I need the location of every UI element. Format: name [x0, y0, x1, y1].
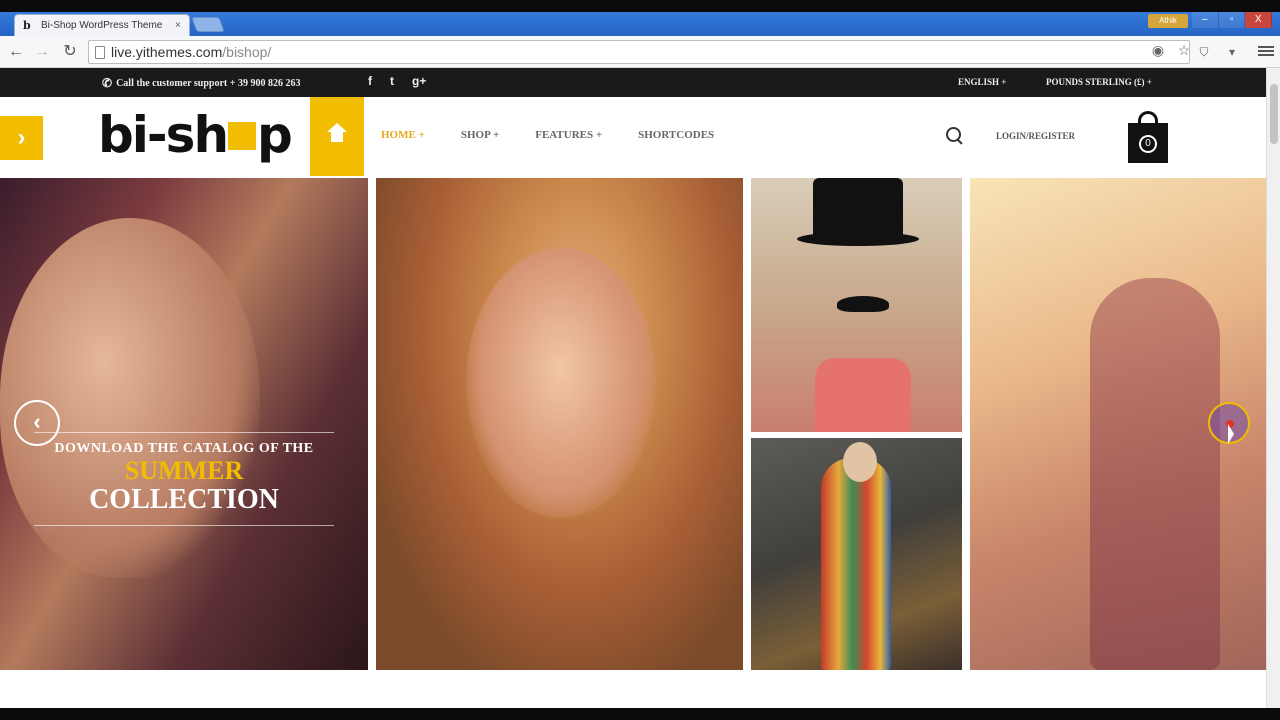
- banner-line-2: SUMMER: [124, 456, 244, 485]
- twitter-icon[interactable]: t: [390, 74, 394, 88]
- scrollbar-thumb[interactable]: [1270, 84, 1278, 144]
- extension-icons: ⛉ ▾: [1196, 44, 1240, 60]
- slide-photo-woman-field[interactable]: [376, 178, 743, 670]
- slide-photo-striped-dress[interactable]: [751, 438, 962, 670]
- currency-selector[interactable]: POUNDS STERLING (£) +: [1046, 77, 1152, 87]
- nav-item-home[interactable]: HOME +: [381, 129, 425, 141]
- language-selector[interactable]: ENGLISH +: [958, 77, 1006, 87]
- web-page: ✆ Call the customer support + 39 900 826…: [0, 68, 1266, 708]
- slider-prev-button[interactable]: ‹: [14, 400, 60, 446]
- logo-bag-icon: [228, 122, 257, 150]
- address-bar[interactable]: live.yithemes.com/bishop/: [88, 40, 1190, 64]
- tab-title: Bi-Shop WordPress Theme: [41, 20, 163, 31]
- site-logo[interactable]: bi-sh p: [98, 105, 293, 165]
- reload-icon[interactable]: ↻: [60, 42, 80, 62]
- extension-icon[interactable]: ◉: [1150, 42, 1166, 58]
- polka-dress: [815, 358, 911, 432]
- main-navigation: HOME + SHOP + FEATURES + SHORTCODES: [381, 129, 714, 141]
- window-controls: – ▫ X: [1192, 12, 1273, 28]
- photo-subject: [821, 458, 891, 670]
- tab-close-icon[interactable]: ×: [175, 20, 181, 31]
- address-bar-icons: ◉ ☆: [1150, 42, 1192, 58]
- shield-icon[interactable]: ⛉: [1196, 44, 1212, 60]
- close-window-button[interactable]: X: [1245, 12, 1273, 28]
- top-hat-prop: [813, 178, 903, 238]
- site-topbar: ✆ Call the customer support + 39 900 826…: [0, 68, 1266, 97]
- page-icon: [95, 45, 105, 59]
- cart-button[interactable]: 0: [1128, 111, 1168, 163]
- home-icon: [327, 122, 347, 145]
- phone-icon: ✆: [102, 76, 113, 90]
- browser-menu-icon[interactable]: [1258, 44, 1274, 60]
- cart-count: 0: [1139, 135, 1157, 153]
- forward-arrow-icon[interactable]: →: [32, 42, 52, 62]
- restore-button[interactable]: ▫: [1218, 12, 1246, 28]
- nav-item-features[interactable]: FEATURES +: [535, 129, 602, 141]
- home-button[interactable]: [310, 97, 364, 176]
- back-arrow-icon[interactable]: ←: [6, 42, 26, 62]
- url-text: live.yithemes.com/bishop/: [111, 44, 272, 60]
- google-plus-icon[interactable]: g+: [412, 74, 426, 88]
- photo-subject-head: [843, 442, 877, 482]
- slide-photo-child-hat[interactable]: [751, 178, 962, 432]
- browser-toolbar: ← → ↻ live.yithemes.com/bishop/ ◉ ☆ ⛉ ▾: [0, 36, 1280, 68]
- photo-subject: [1090, 278, 1220, 670]
- photo-subject: [466, 248, 656, 518]
- banner-line-3: COLLECTION: [89, 484, 279, 515]
- user-profile-badge[interactable]: Athik: [1148, 14, 1188, 28]
- pocket-icon[interactable]: ▾: [1224, 44, 1240, 60]
- new-tab-button[interactable]: [191, 17, 225, 32]
- social-links: f t g+: [368, 74, 426, 88]
- banner-divider: [34, 432, 334, 433]
- browser-titlebar: b Bi-Shop WordPress Theme × Athik – ▫ X: [0, 0, 1280, 36]
- screen-top-edge: [0, 0, 1280, 12]
- tab-favicon-icon: b: [23, 18, 31, 32]
- site-header: › bi-sh p HOME + SHOP + FEATURES + SHORTC…: [0, 97, 1266, 178]
- browser-tab[interactable]: b Bi-Shop WordPress Theme ×: [14, 14, 190, 36]
- bookmark-star-icon[interactable]: ☆: [1176, 42, 1192, 58]
- support-info: ✆ Call the customer support + 39 900 826…: [102, 76, 300, 91]
- side-panel-toggle[interactable]: ›: [0, 116, 43, 160]
- facebook-icon[interactable]: f: [368, 74, 372, 88]
- nav-item-shop[interactable]: SHOP +: [461, 129, 499, 141]
- support-text: Call the customer support + 39 900 826 2…: [116, 78, 301, 89]
- mouse-cursor: [1228, 424, 1234, 444]
- nav-item-shortcodes[interactable]: SHORTCODES: [638, 129, 714, 141]
- banner-divider: [34, 525, 334, 526]
- mustache-prop: [837, 296, 889, 312]
- search-icon[interactable]: [946, 127, 964, 145]
- screen-bottom-edge: [0, 708, 1280, 720]
- banner-line-1: DOWNLOAD THE CATALOG OF THE: [54, 441, 314, 456]
- page-scrollbar[interactable]: [1266, 68, 1280, 708]
- catalog-banner[interactable]: DOWNLOAD THE CATALOG OF THE SUMMER COLLE…: [34, 432, 334, 526]
- minimize-button[interactable]: –: [1192, 12, 1219, 28]
- login-register-link[interactable]: LOGIN/REGISTER: [996, 131, 1075, 141]
- hat-brim: [797, 232, 919, 246]
